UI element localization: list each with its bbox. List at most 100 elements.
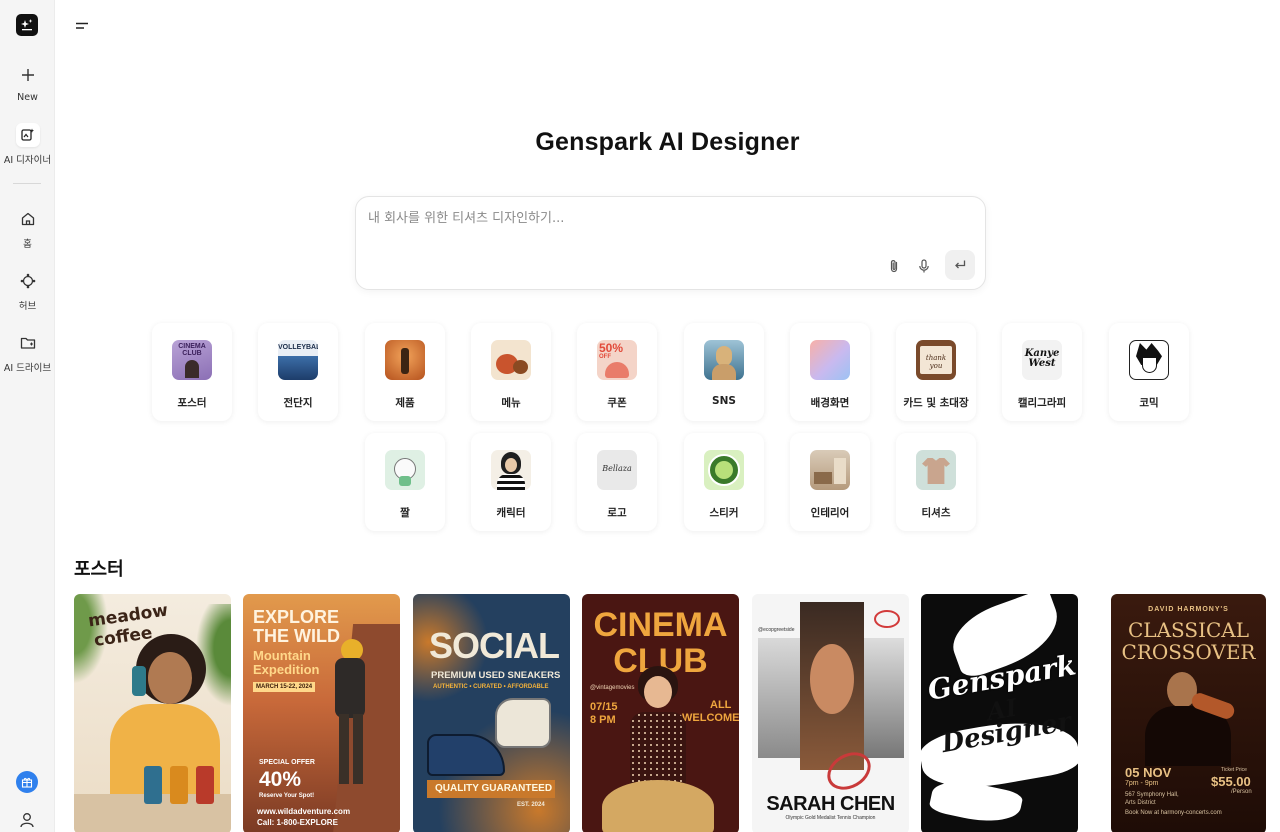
enter-arrow-icon xyxy=(955,260,966,269)
sidebar-item-ai-drive[interactable]: AI 드라이브 xyxy=(0,331,55,374)
thumbnail-text: thank you xyxy=(925,354,947,370)
category-sticker[interactable]: 스티커 xyxy=(684,433,764,531)
category-character[interactable]: 캐릭터 xyxy=(471,433,551,531)
send-button[interactable] xyxy=(945,250,975,280)
category-label: 쿠폰 xyxy=(607,397,627,409)
poster-text: 8 PM xyxy=(590,714,616,726)
prompt-box xyxy=(355,196,986,290)
poster-text: EST. 2024 xyxy=(517,802,545,808)
gift-icon[interactable] xyxy=(16,771,38,793)
poster-text: Expedition xyxy=(253,662,320,677)
interior-thumbnail xyxy=(810,450,850,490)
category-label: 로고 xyxy=(607,507,627,519)
sidebar-divider xyxy=(13,183,41,184)
poster-text: AUTHENTIC • CURATED • AFFORDABLE xyxy=(433,684,549,690)
sidebar-item-home[interactable]: 홈 xyxy=(0,207,55,250)
poster-text: SPECIAL OFFER xyxy=(259,759,315,766)
category-label: 포스터 xyxy=(177,397,207,409)
category-label: 짤 xyxy=(400,507,410,519)
sidebar-item-label: AI 디자이너 xyxy=(3,155,52,166)
ai-designer-icon xyxy=(15,123,40,147)
poster-thumbnail: CINEMA CLUB xyxy=(172,340,212,380)
poster-card[interactable]: DAVID HARMONY'S CLASSICAL CROSSOVER 05 N… xyxy=(1111,594,1266,832)
category-interior[interactable]: 인테리어 xyxy=(790,433,870,531)
poster-text: $55.00 xyxy=(1211,774,1251,789)
menu-thumbnail xyxy=(491,340,531,380)
category-label: 캐릭터 xyxy=(496,507,526,519)
user-icon[interactable] xyxy=(17,810,37,832)
category-menu[interactable]: 메뉴 xyxy=(471,323,551,421)
category-label: 카드 및 초대장 xyxy=(903,397,969,409)
thumbnail-text: CINEMA CLUB xyxy=(178,343,206,358)
sidebar-item-hub[interactable]: 허브 xyxy=(0,269,55,312)
category-label: 코믹 xyxy=(1139,397,1159,409)
poster-text: SOCIAL xyxy=(429,625,560,666)
paperclip-icon xyxy=(890,260,898,273)
comic-thumbnail xyxy=(1129,340,1169,380)
card-thumbnail: thank you xyxy=(916,340,956,380)
poster-text: CINEMA xyxy=(593,606,728,644)
poster-text: /Person xyxy=(1231,789,1252,795)
poster-text: Mountain xyxy=(253,648,311,663)
poster-text: @vintagemovies xyxy=(590,685,635,691)
poster-card[interactable]: Genspark AI Designer xyxy=(921,594,1078,832)
poster-text: DAVID HARMONY'S xyxy=(1148,606,1229,613)
attach-button[interactable] xyxy=(880,252,908,280)
category-meme[interactable]: 짤 xyxy=(365,433,445,531)
poster-card[interactable]: SOCIAL PREMIUM USED SNEAKERS AUTHENTIC •… xyxy=(413,594,570,832)
category-logo[interactable]: Bellaza 로고 xyxy=(577,433,657,531)
thumbnail-text: OFF xyxy=(599,354,611,360)
poster-text: MARCH 15-22, 2024 xyxy=(253,682,316,692)
plus-icon xyxy=(16,63,40,87)
category-flyer[interactable]: VOLLEYBALL 전단지 xyxy=(258,323,338,421)
category-poster[interactable]: CINEMA CLUB 포스터 xyxy=(152,323,232,421)
poster-text: PREMIUM USED SNEAKERS xyxy=(431,670,561,681)
poster-text: WELCOME xyxy=(682,712,739,724)
microphone-button[interactable] xyxy=(910,252,938,280)
poster-card[interactable]: meadow coffee xyxy=(74,594,231,832)
flyer-thumbnail: VOLLEYBALL xyxy=(278,340,318,380)
category-coupon[interactable]: 50% OFF 쿠폰 xyxy=(577,323,657,421)
poster-text: Arts District xyxy=(1125,800,1156,806)
character-thumbnail xyxy=(491,450,531,490)
category-calligraphy[interactable]: Kanye West 캘리그라피 xyxy=(1002,323,1082,421)
menu-toggle-icon[interactable] xyxy=(74,18,92,34)
thumbnail-text: VOLLEYBALL xyxy=(278,344,318,351)
sidebar-item-ai-designer[interactable]: AI 디자이너 xyxy=(0,123,55,166)
prompt-input[interactable] xyxy=(368,207,968,247)
sticker-thumbnail xyxy=(704,450,744,490)
app-logo-icon[interactable] xyxy=(16,14,38,36)
poster-card[interactable]: @ecopgreetside SARAH CHEN Olympic Gold M… xyxy=(752,594,909,832)
sidebar-item-label: New xyxy=(17,92,38,103)
poster-card[interactable]: CINEMA CLUB @vintagemovies 07/15 8 PM AL… xyxy=(582,594,739,832)
poster-text: QUALITY GUARANTEED xyxy=(435,783,553,794)
poster-text: 05 NOV xyxy=(1125,765,1172,780)
thumbnail-text: Kanye West xyxy=(1024,348,1060,369)
category-label: 스티커 xyxy=(709,507,739,519)
category-sns[interactable]: SNS xyxy=(684,323,764,421)
sidebar-item-new[interactable]: New xyxy=(0,63,55,103)
category-label: 캘리그라피 xyxy=(1017,397,1067,409)
poster-text: THE WILD xyxy=(253,626,340,646)
category-product[interactable]: 제품 xyxy=(365,323,445,421)
sidebar-item-label: AI 드라이브 xyxy=(3,363,52,374)
category-label: 전단지 xyxy=(283,397,313,409)
category-label: SNS xyxy=(712,395,736,407)
tshirt-thumbnail xyxy=(916,450,956,490)
poster-text: www.wildadventure.com xyxy=(257,807,351,816)
coupon-thumbnail: 50% OFF xyxy=(597,340,637,380)
category-comic[interactable]: 코믹 xyxy=(1109,323,1189,421)
category-label: 배경화면 xyxy=(810,397,850,409)
page-title: Genspark AI Designer xyxy=(535,128,800,156)
poster-text: EXPLORE xyxy=(253,607,340,627)
category-tshirt[interactable]: 티셔츠 xyxy=(896,433,976,531)
category-card[interactable]: thank you 카드 및 초대장 xyxy=(896,323,976,421)
poster-text: Reserve Your Spot! xyxy=(259,793,315,799)
category-wallpaper[interactable]: 배경화면 xyxy=(790,323,870,421)
thumbnail-text: 50% xyxy=(599,341,624,355)
sidebar: New AI 디자이너 홈 허브 AI 드라이브 xyxy=(0,0,55,832)
poster-text: Call: 1-800-EXPLORE xyxy=(257,818,338,827)
microphone-icon xyxy=(919,259,929,273)
poster-card[interactable]: EXPLORE THE WILD Mountain Expedition MAR… xyxy=(243,594,400,832)
poster-text: @ecopgreetside xyxy=(758,627,795,633)
